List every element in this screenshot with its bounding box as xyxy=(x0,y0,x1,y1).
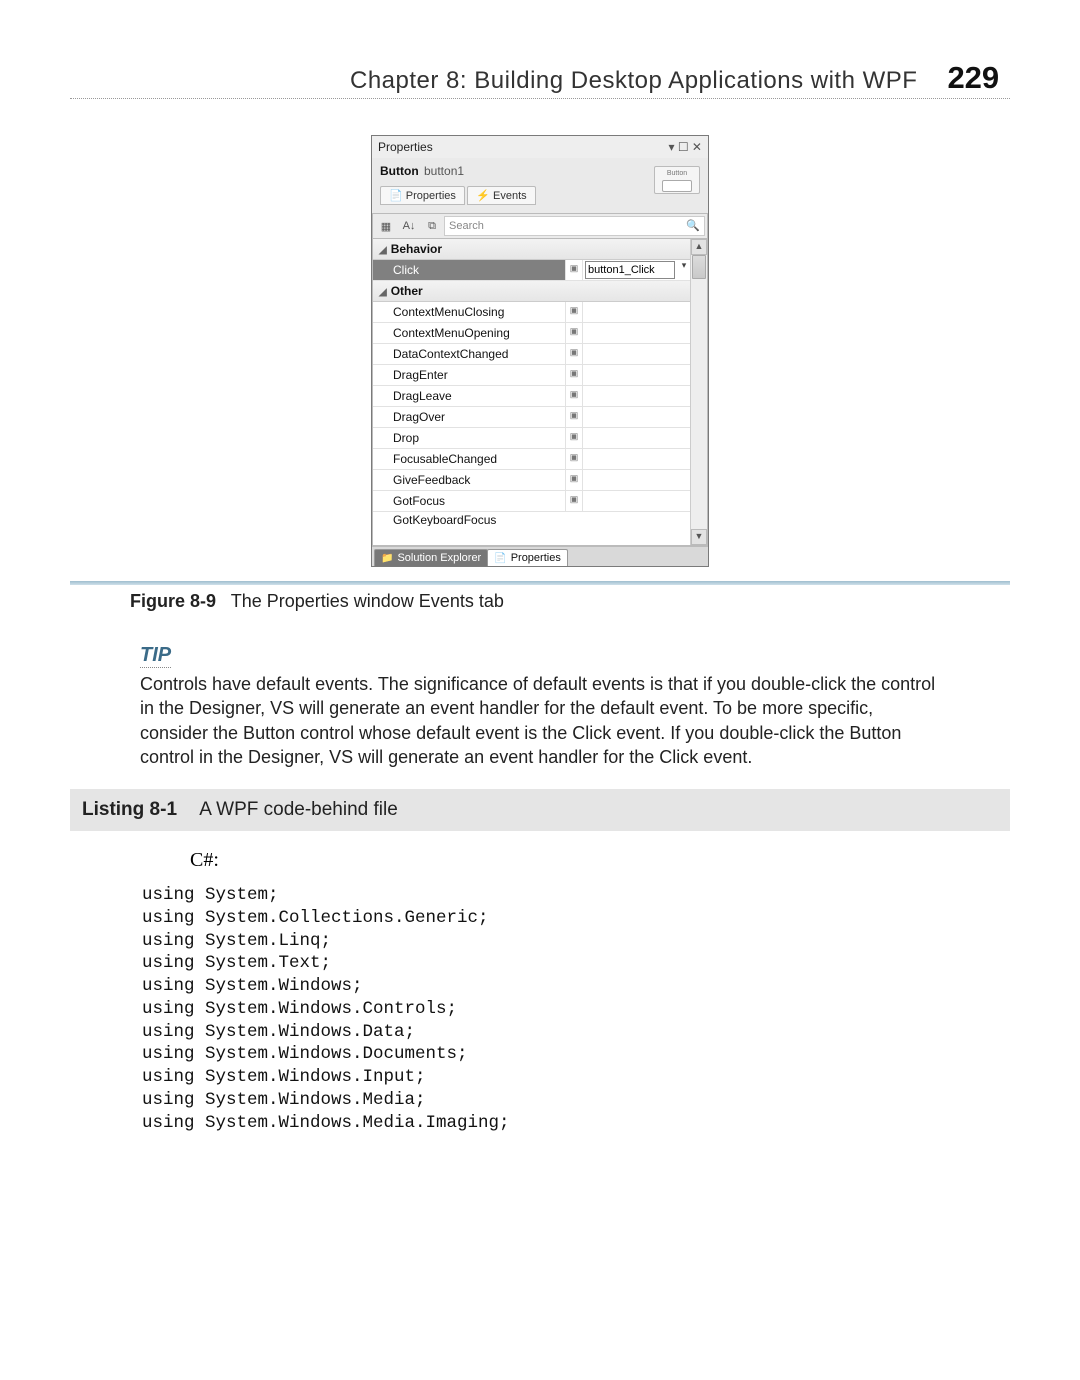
category-other[interactable]: ◢ Other xyxy=(373,281,691,302)
event-row[interactable]: GotFocus xyxy=(373,491,565,511)
figure-label: Figure 8-9 xyxy=(130,591,216,611)
event-marker-icon: ▣ xyxy=(565,470,583,490)
event-marker-icon: ▣ xyxy=(565,491,583,511)
event-handler-cell[interactable] xyxy=(583,491,691,511)
object-type: Button xyxy=(380,164,419,178)
event-handler-cell[interactable] xyxy=(583,344,691,364)
figure-wrap: Properties ▾ ☐ ✕ Button Button button1 📄… xyxy=(70,135,1010,567)
object-name: button1 xyxy=(424,164,464,178)
properties-title-text: Properties xyxy=(378,140,433,154)
event-row[interactable]: GiveFeedback xyxy=(373,470,565,490)
scroll-thumb[interactable] xyxy=(692,255,706,279)
search-icon: 🔍 xyxy=(686,217,700,235)
event-row[interactable]: DragLeave xyxy=(373,386,565,406)
figure-divider xyxy=(70,581,1010,585)
bottom-tab-solution-label: Solution Explorer xyxy=(397,552,481,564)
event-handler-cell[interactable] xyxy=(583,470,691,490)
tip-label: TIP xyxy=(140,644,171,668)
search-input[interactable]: Search 🔍 xyxy=(444,216,705,236)
scroll-down-icon[interactable]: ▼ xyxy=(691,529,707,545)
category-behavior-label: Behavior xyxy=(391,242,442,256)
event-handler-cell[interactable] xyxy=(583,428,691,448)
event-marker-icon: ▣ xyxy=(565,260,583,280)
event-row[interactable]: DragOver xyxy=(373,407,565,427)
tip-text: Controls have default events. The signif… xyxy=(140,672,940,769)
tab-properties[interactable]: 📄 Properties xyxy=(380,186,465,205)
event-handler-input[interactable] xyxy=(585,261,675,279)
listing-title: A WPF code-behind file xyxy=(199,799,398,820)
tab-properties-label: Properties xyxy=(406,190,456,202)
listing-header: Listing 8-1 A WPF code-behind file xyxy=(70,789,1010,831)
properties-titlebar: Properties ▾ ☐ ✕ xyxy=(372,136,708,158)
bottom-tab-properties-label: Properties xyxy=(511,552,561,564)
event-handler-cell[interactable] xyxy=(583,365,691,385)
event-row[interactable]: FocusableChanged xyxy=(373,449,565,469)
listing-label: Listing 8-1 xyxy=(82,799,177,820)
search-placeholder: Search xyxy=(449,217,484,235)
bottom-tabstrip: 📁 Solution Explorer 📄 Properties xyxy=(372,546,708,566)
event-row-cutoff: GotKeyboardFocus xyxy=(373,512,691,526)
solution-explorer-icon: 📁 xyxy=(381,553,393,564)
event-row[interactable]: Drop xyxy=(373,428,565,448)
event-marker-icon: ▣ xyxy=(565,386,583,406)
expand-triangle-icon: ◢ xyxy=(379,287,387,298)
event-handler-cell[interactable] xyxy=(583,407,691,427)
code-language: C#: xyxy=(190,849,1010,872)
control-preview-thumbnail: Button xyxy=(654,166,700,194)
titlebar-icons[interactable]: ▾ ☐ ✕ xyxy=(668,140,702,154)
properties-toolbar: ▦ A↓ ⧉ Search 🔍 xyxy=(372,213,708,239)
expand-triangle-icon: ◢ xyxy=(379,245,387,256)
bottom-tab-solution-explorer[interactable]: 📁 Solution Explorer xyxy=(374,549,488,566)
sort-az-icon[interactable]: A↓ xyxy=(398,216,420,236)
categorized-icon[interactable]: ▦ xyxy=(375,216,397,236)
category-other-label: Other xyxy=(391,284,423,298)
preview-label: Button xyxy=(667,170,687,177)
event-marker-icon: ▣ xyxy=(565,428,583,448)
properties-window: Properties ▾ ☐ ✕ Button Button button1 📄… xyxy=(371,135,709,567)
properties-icon: 📄 xyxy=(494,553,506,564)
page-number: 229 xyxy=(947,60,999,95)
event-row[interactable]: DataContextChanged xyxy=(373,344,565,364)
event-handler-cell[interactable] xyxy=(583,386,691,406)
tab-events-label: Events xyxy=(493,190,527,202)
events-grid: ◢ Behavior Click ▣ ▾ ◢ Other ContextMenuCl… xyxy=(372,239,708,546)
event-row[interactable]: ContextMenuOpening xyxy=(373,323,565,343)
property-pages-icon[interactable]: ⧉ xyxy=(421,216,443,236)
event-row[interactable]: ContextMenuClosing xyxy=(373,302,565,322)
tab-events[interactable]: ⚡ Events xyxy=(467,186,535,205)
event-handler-cell[interactable] xyxy=(583,323,691,343)
scroll-up-icon[interactable]: ▲ xyxy=(691,239,707,255)
event-marker-icon: ▣ xyxy=(565,323,583,343)
bottom-tab-properties[interactable]: 📄 Properties xyxy=(487,549,568,566)
handler-dropdown-icon[interactable]: ▾ xyxy=(677,260,691,280)
scrollbar[interactable]: ▲ ▼ xyxy=(690,239,707,545)
figure-caption: Figure 8-9 The Properties window Events … xyxy=(130,591,1010,612)
event-marker-icon: ▣ xyxy=(565,407,583,427)
code-block: using System; using System.Collections.G… xyxy=(142,884,1010,1134)
category-behavior[interactable]: ◢ Behavior xyxy=(373,239,691,260)
event-handler-cell[interactable] xyxy=(583,302,691,322)
chapter-title: Chapter 8: Building Desktop Applications… xyxy=(350,67,917,94)
event-click[interactable]: Click xyxy=(373,260,565,280)
event-handler-cell[interactable] xyxy=(583,449,691,469)
event-row[interactable]: DragEnter xyxy=(373,365,565,385)
event-marker-icon: ▣ xyxy=(565,302,583,322)
event-marker-icon: ▣ xyxy=(565,344,583,364)
event-marker-icon: ▣ xyxy=(565,449,583,469)
figure-caption-text: The Properties window Events tab xyxy=(231,591,504,611)
page-header: Chapter 8: Building Desktop Applications… xyxy=(70,60,1010,99)
event-marker-icon: ▣ xyxy=(565,365,583,385)
